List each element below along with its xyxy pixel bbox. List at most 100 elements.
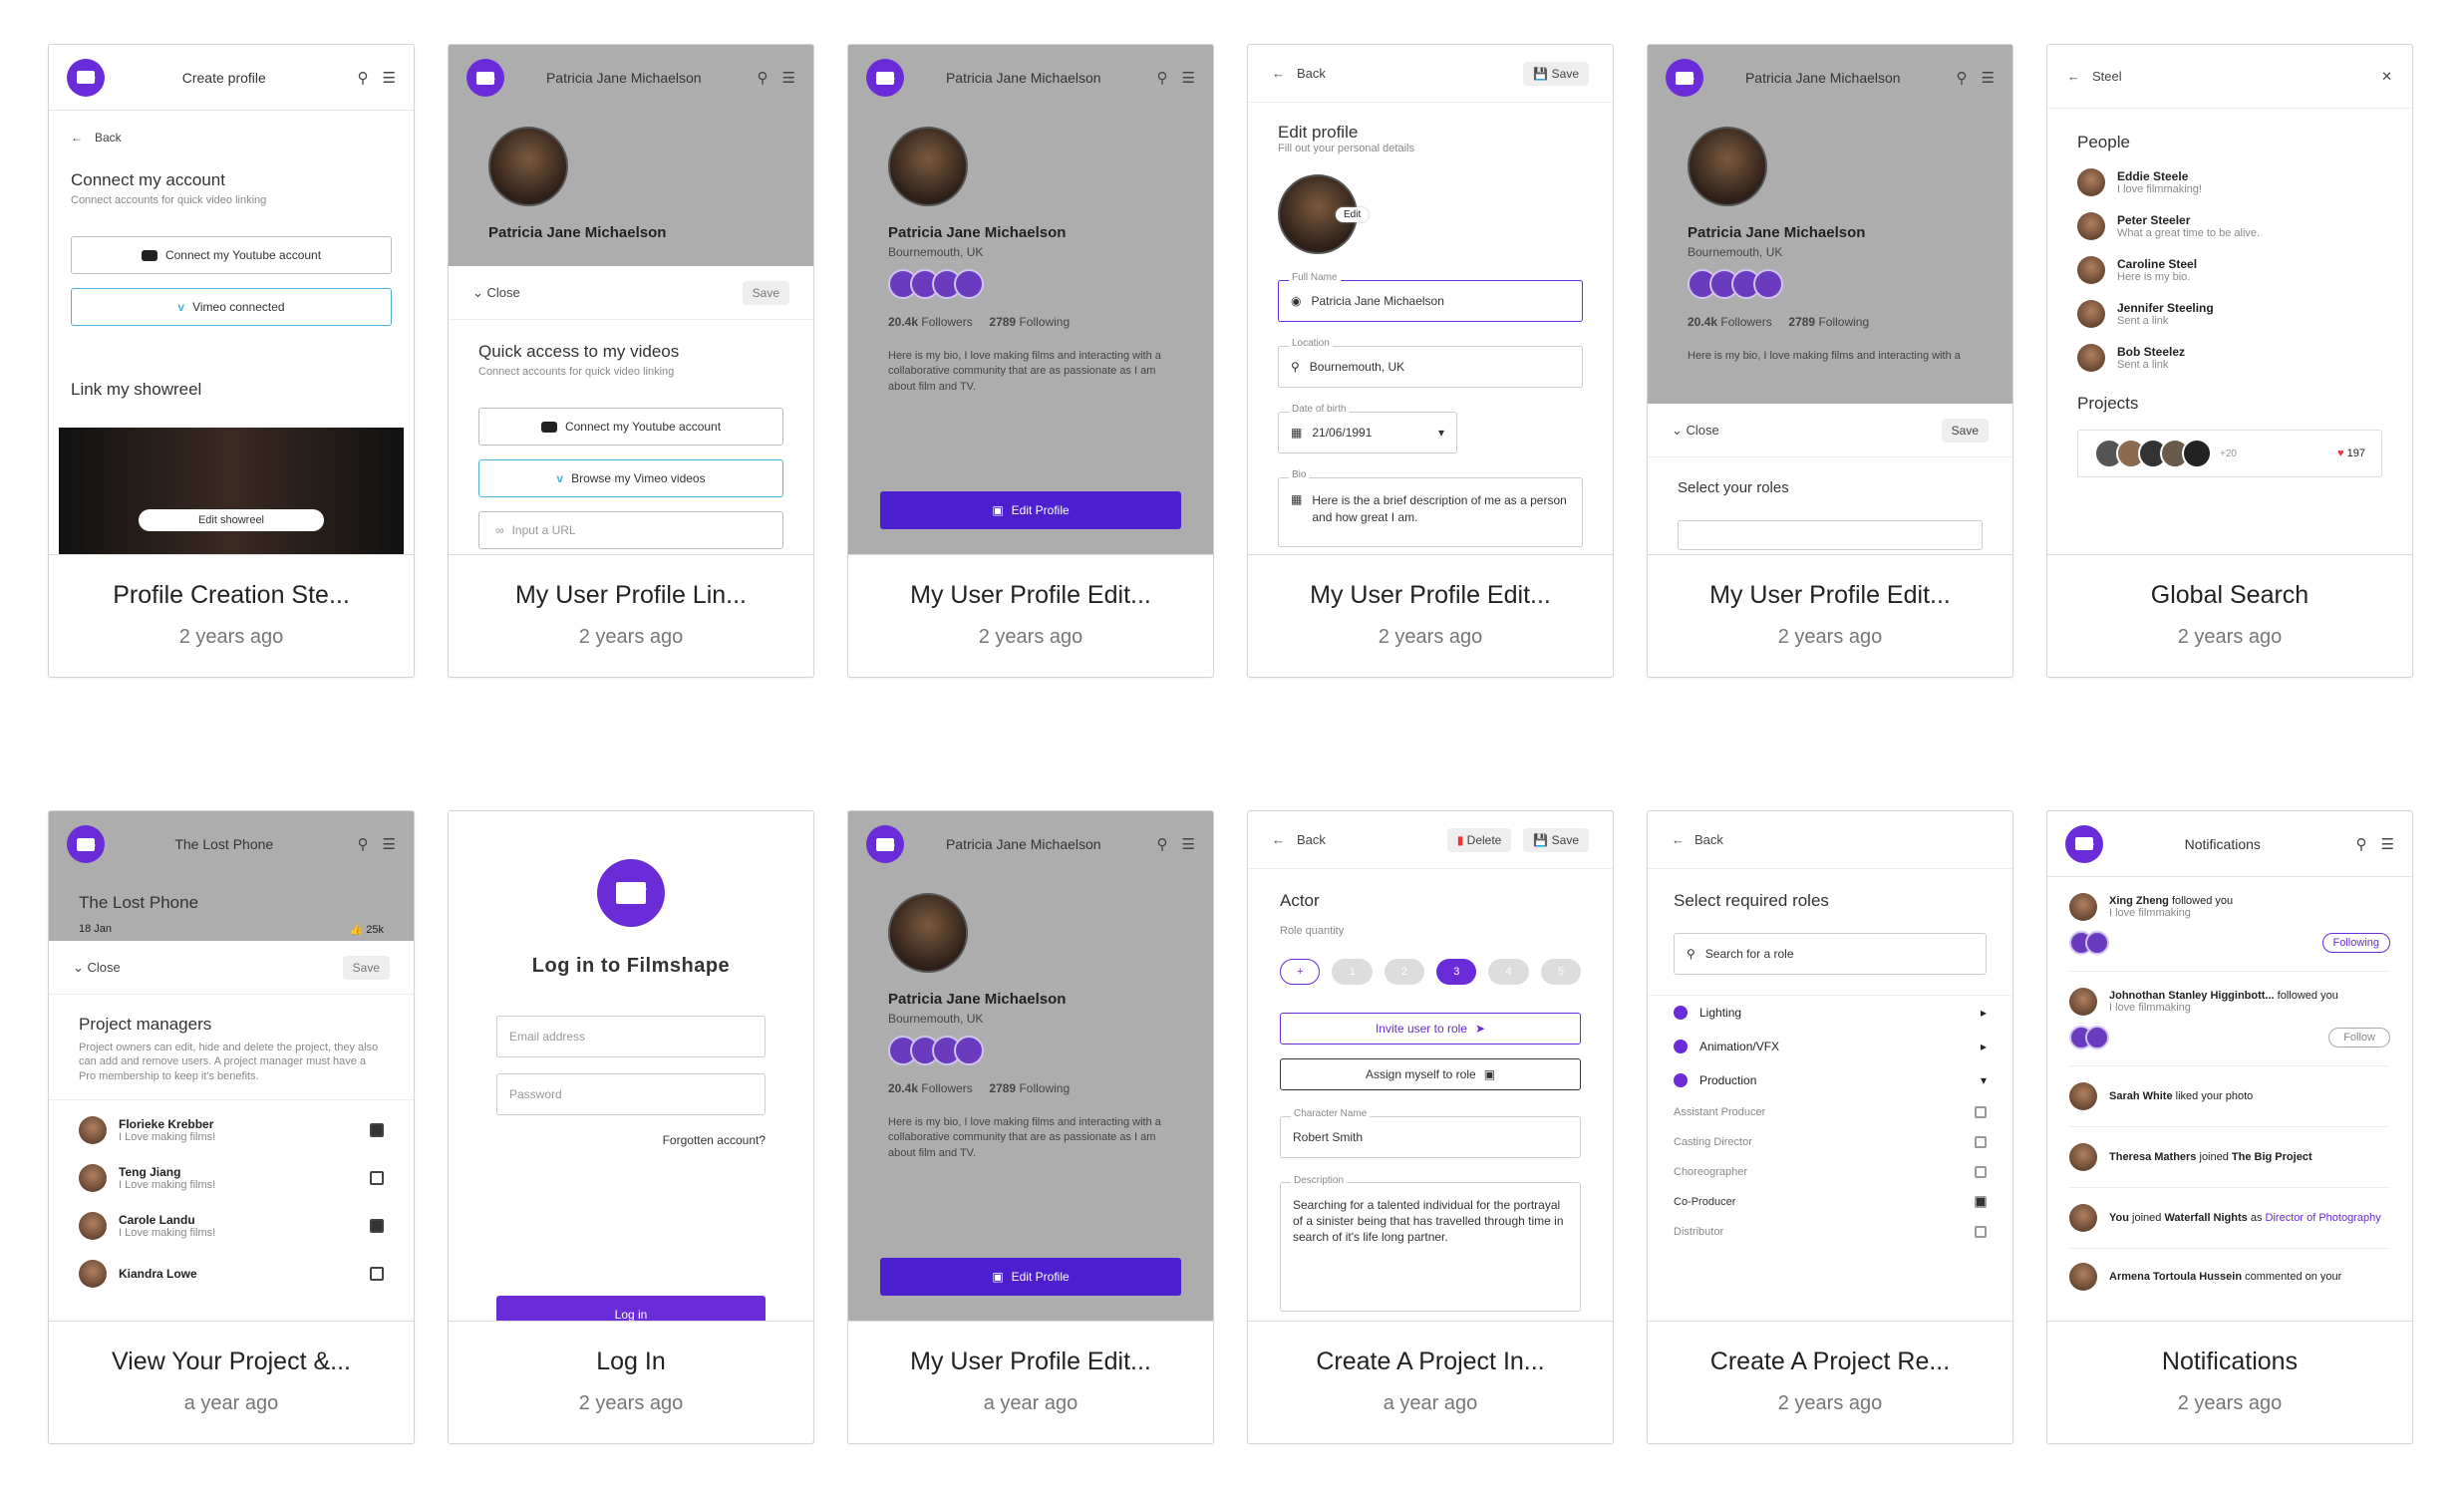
role-option[interactable]: Distributor [1674,1217,1987,1247]
close-icon[interactable]: ✕ [2381,69,2392,85]
following-button[interactable]: Following [2321,933,2390,953]
role-option[interactable]: Assistant Producer [1674,1097,1987,1127]
save-button[interactable]: 💾 Save [1523,827,1589,852]
menu-icon[interactable]: ☰ [782,69,795,87]
add-quantity-button[interactable]: + [1280,959,1321,985]
vimeo-connected-button[interactable]: v Vimeo connected [71,288,392,326]
role-option[interactable]: Casting Director [1674,1127,1987,1157]
description-field[interactable]: Description Searching for a talented indi… [1280,1174,1581,1312]
role-checkbox[interactable] [1975,1196,1987,1208]
member-row[interactable]: Kiandra Lowe [79,1250,384,1298]
search-icon[interactable]: ⚲ [358,69,369,87]
notification-item[interactable]: Johnothan Stanley Higginbott... followed… [2069,972,2390,1066]
location-field[interactable]: Location ⚲ Bournemouth, UK [1278,338,1583,388]
save-button[interactable]: Save [1941,418,1989,443]
close-button[interactable]: ⌄ Close [1672,423,1719,439]
person-result[interactable]: Peter Steeler What a great time to be ali… [2077,212,2382,240]
edit-profile-button[interactable]: ▣ Edit Profile [880,1258,1181,1296]
member-checkbox[interactable] [370,1170,384,1185]
card-view-project[interactable]: The Lost Phone ⚲ ☰ The Lost Phone 18 Jan 👍 2… [48,810,415,1444]
member-checkbox[interactable] [370,1266,384,1281]
project-result[interactable]: +20 ♥ 197 [2077,430,2382,477]
quantity-step[interactable]: 1 [1332,959,1373,985]
role-category[interactable]: Animation/VFX ▸ [1674,1030,1987,1063]
role-option[interactable]: Choreographer [1674,1157,1987,1187]
role-checkbox[interactable] [1975,1166,1987,1178]
role-checkbox[interactable] [1975,1106,1987,1118]
card-profile-edit-3[interactable]: Patricia Jane Michaelson ⚲ ☰ Patricia Jane… [1647,44,2013,678]
roles-select[interactable] [1678,520,1983,550]
menu-icon[interactable]: ☰ [1982,69,1995,87]
notification-item[interactable]: Sarah White liked your photo [2069,1066,2390,1127]
card-log-in[interactable]: Log in to Filmshape Email address Passwo… [448,810,814,1444]
connect-youtube-button[interactable]: Connect my Youtube account [71,236,392,274]
person-result[interactable]: Eddie Steele I love filmmaking! [2077,168,2382,196]
menu-icon[interactable]: ☰ [1182,69,1195,87]
assign-myself-button[interactable]: Assign myself to role ▣ [1280,1058,1581,1090]
search-icon[interactable]: ⚲ [1157,835,1168,853]
delete-button[interactable]: ▮ Delete [1446,827,1512,852]
menu-icon[interactable]: ☰ [1182,835,1195,853]
search-icon[interactable]: ⚲ [1957,69,1968,87]
role-category[interactable]: Production ▾ [1674,1063,1987,1097]
card-notifications[interactable]: Notifications ⚲ ☰ Xing Zheng followed you I… [2046,810,2413,1444]
search-query[interactable]: Steel [2092,69,2122,84]
notification-item[interactable]: Theresa Mathers joined The Big Project [2069,1127,2390,1188]
back-arrow-icon[interactable]: ← [2067,69,2080,84]
password-input[interactable]: Password [496,1073,766,1115]
back-link[interactable]: Back [1694,832,1723,847]
back-arrow-icon[interactable]: ← [1272,832,1285,847]
role-checkbox[interactable] [1975,1136,1987,1148]
back-link[interactable]: Back [1297,832,1326,847]
card-global-search[interactable]: ← Steel ✕ People Eddie Steele I love filmma… [2046,44,2413,678]
card-profile-edit-2[interactable]: ← Back 💾 Save Edit profile Fill out your p… [1247,44,1614,678]
edit-showreel-button[interactable]: Edit showreel [139,509,324,531]
role-option[interactable]: Co-Producer [1674,1187,1987,1217]
notification-item[interactable]: Xing Zheng followed you I love filmmaking… [2069,877,2390,972]
back-arrow-icon[interactable]: ← [1272,66,1285,81]
notification-item[interactable]: You joined Waterfall Nights as Director … [2069,1188,2390,1249]
connect-youtube-button[interactable]: Connect my Youtube account [478,408,783,446]
person-result[interactable]: Caroline Steel Here is my bio. [2077,256,2382,284]
follow-button[interactable]: Follow [2328,1028,2390,1047]
url-input[interactable]: ∞ Input a URL [478,511,783,549]
email-input[interactable]: Email address [496,1016,766,1057]
card-profile-creation[interactable]: Create profile ⚲ ☰ ← Back Connect my accoun… [48,44,415,678]
dob-field[interactable]: Date of birth ▦ 21/06/1991 ▾ [1278,404,1457,453]
card-create-project-invite[interactable]: ← Back ▮ Delete 💾 Save Actor Role quantity … [1247,810,1614,1444]
quantity-step[interactable]: 4 [1488,959,1529,985]
quantity-step[interactable]: 3 [1436,959,1477,985]
close-button[interactable]: ⌄ Close [73,960,121,976]
invite-user-button[interactable]: Invite user to role ➤ [1280,1013,1581,1045]
back-arrow-icon[interactable]: ← [1672,832,1685,847]
person-result[interactable]: Bob Steelez Sent a link [2077,344,2382,372]
menu-icon[interactable]: ☰ [383,835,396,853]
edit-profile-button[interactable]: ▣ Edit Profile [880,491,1181,529]
member-checkbox[interactable] [370,1218,384,1233]
member-row[interactable]: Carole Landu I Love making films! [79,1202,384,1250]
search-icon[interactable]: ⚲ [358,835,369,853]
person-result[interactable]: Jennifer Steeling Sent a link [2077,300,2382,328]
search-icon[interactable]: ⚲ [758,69,769,87]
card-profile-linking[interactable]: Patricia Jane Michaelson ⚲ ☰ Patricia Jane… [448,44,814,678]
member-row[interactable]: Teng Jiang I Love making films! [79,1154,384,1202]
close-button[interactable]: ⌄ Close [472,285,520,301]
back-link[interactable]: Back [95,131,122,145]
menu-icon[interactable]: ☰ [2381,835,2394,853]
search-icon[interactable]: ⚲ [2356,835,2367,853]
edit-avatar-button[interactable]: Edit [1336,206,1370,222]
quantity-step[interactable]: 5 [1540,959,1582,985]
character-name-field[interactable]: Character Name Robert Smith [1280,1108,1581,1158]
quantity-stepper[interactable]: +1 2 3 4 5 [1280,959,1582,985]
notification-item[interactable]: Armena Tortoula Hussein commented on you… [2069,1249,2390,1305]
member-row[interactable]: Florieke Krebber I Love making films! [79,1106,384,1154]
save-button[interactable]: Save [742,280,789,305]
save-button[interactable]: Save [342,955,390,980]
search-icon[interactable]: ⚲ [1157,69,1168,87]
menu-icon[interactable]: ☰ [383,69,396,87]
back-link[interactable]: Back [1297,66,1326,81]
member-checkbox[interactable] [370,1122,384,1137]
full-name-field[interactable]: Full Name ◉ Patricia Jane Michaelson [1278,272,1583,322]
save-button[interactable]: 💾 Save [1523,61,1589,86]
login-button[interactable]: Log in [496,1296,766,1321]
